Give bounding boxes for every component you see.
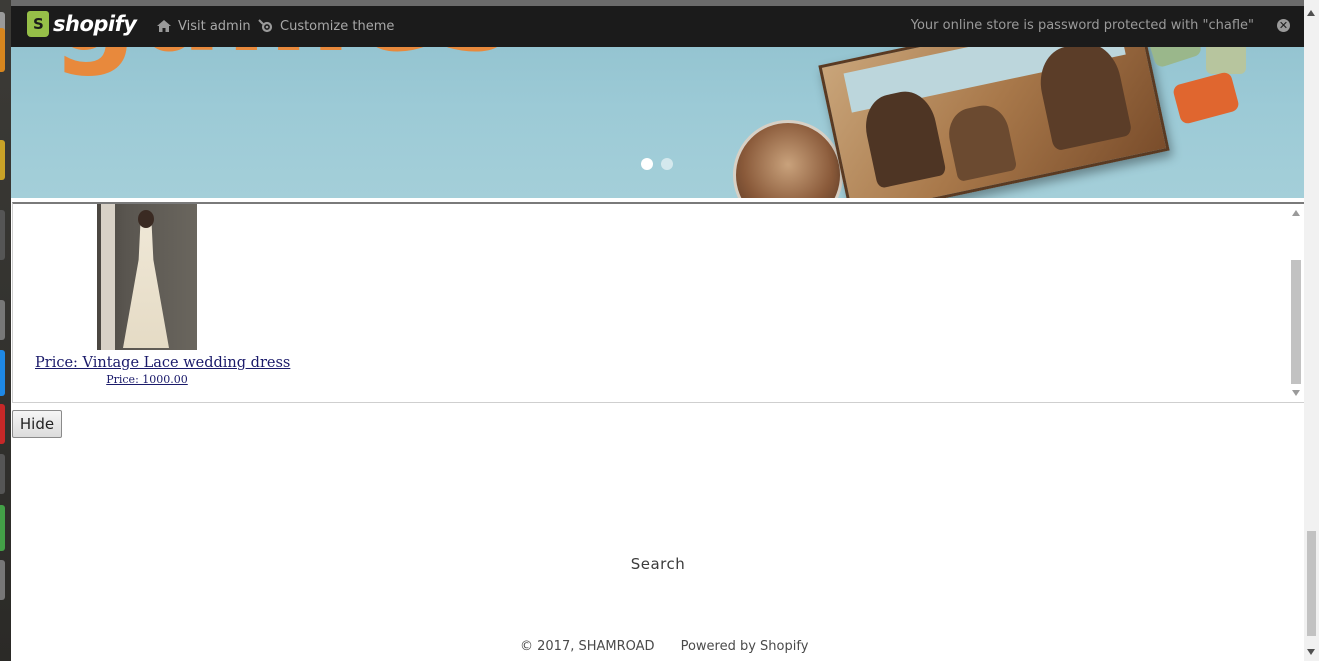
- frame-scroll-thumb[interactable]: [1291, 260, 1301, 384]
- shopify-logo-text: shopify: [53, 12, 137, 36]
- launcher-item[interactable]: [0, 140, 5, 180]
- page-scroll-thumb[interactable]: [1307, 531, 1316, 636]
- launcher-item[interactable]: [0, 404, 5, 444]
- footer: © 2017, SHAMROAD Powered by Shopify: [520, 639, 808, 654]
- product-name-link[interactable]: Price: Vintage Lace wedding dress: [35, 355, 290, 371]
- page-scroll-up-icon[interactable]: [1307, 10, 1315, 16]
- browser-viewport: games Price: Vintage Lace wedding dress …: [11, 0, 1304, 661]
- os-launcher: [0, 0, 11, 661]
- launcher-item[interactable]: [0, 454, 5, 494]
- scroll-up-arrow-icon[interactable]: [1292, 210, 1300, 216]
- customize-theme-link[interactable]: Customize theme: [258, 18, 394, 34]
- hide-button[interactable]: Hide: [12, 410, 62, 438]
- hero-token-image: [733, 120, 843, 198]
- page-scroll-down-icon[interactable]: [1307, 649, 1315, 655]
- product-card[interactable]: Price: Vintage Lace wedding dress Price:…: [35, 204, 290, 386]
- slide-dot-2[interactable]: [661, 158, 673, 170]
- footer-powered-by[interactable]: Powered by Shopify: [681, 639, 809, 654]
- visit-admin-link[interactable]: Visit admin: [156, 18, 251, 34]
- slide-dot-1[interactable]: [641, 158, 653, 170]
- frame-scrollbar[interactable]: [1289, 204, 1304, 402]
- product-frame: Price: Vintage Lace wedding dress Price:…: [12, 202, 1304, 403]
- scroll-down-arrow-icon[interactable]: [1292, 390, 1300, 396]
- launcher-item[interactable]: [0, 300, 5, 340]
- gear-brush-icon: [258, 19, 273, 33]
- launcher-item[interactable]: [0, 350, 5, 396]
- launcher-item[interactable]: [0, 210, 5, 260]
- shopify-preview-bar: shopify Visit admin Customize theme Your…: [11, 6, 1304, 47]
- hero-meeple: [1171, 70, 1241, 126]
- customize-theme-label: Customize theme: [280, 18, 395, 34]
- product-image[interactable]: [97, 204, 197, 350]
- shopify-bag-icon: [27, 11, 49, 37]
- home-icon: [157, 20, 171, 32]
- page-scrollbar[interactable]: [1304, 0, 1319, 661]
- footer-copyright[interactable]: © 2017, SHAMROAD: [520, 639, 655, 654]
- launcher-item[interactable]: [0, 505, 5, 551]
- visit-admin-label: Visit admin: [178, 18, 251, 34]
- slide-dots: [641, 158, 673, 170]
- product-price-link[interactable]: Price: 1000.00: [35, 373, 259, 386]
- password-notice: Your online store is password protected …: [910, 18, 1254, 33]
- shopify-logo[interactable]: shopify: [27, 11, 137, 37]
- launcher-item[interactable]: [0, 28, 5, 72]
- close-icon[interactable]: ✕: [1277, 19, 1290, 32]
- launcher-item[interactable]: [0, 560, 5, 600]
- search-link[interactable]: Search: [621, 555, 695, 573]
